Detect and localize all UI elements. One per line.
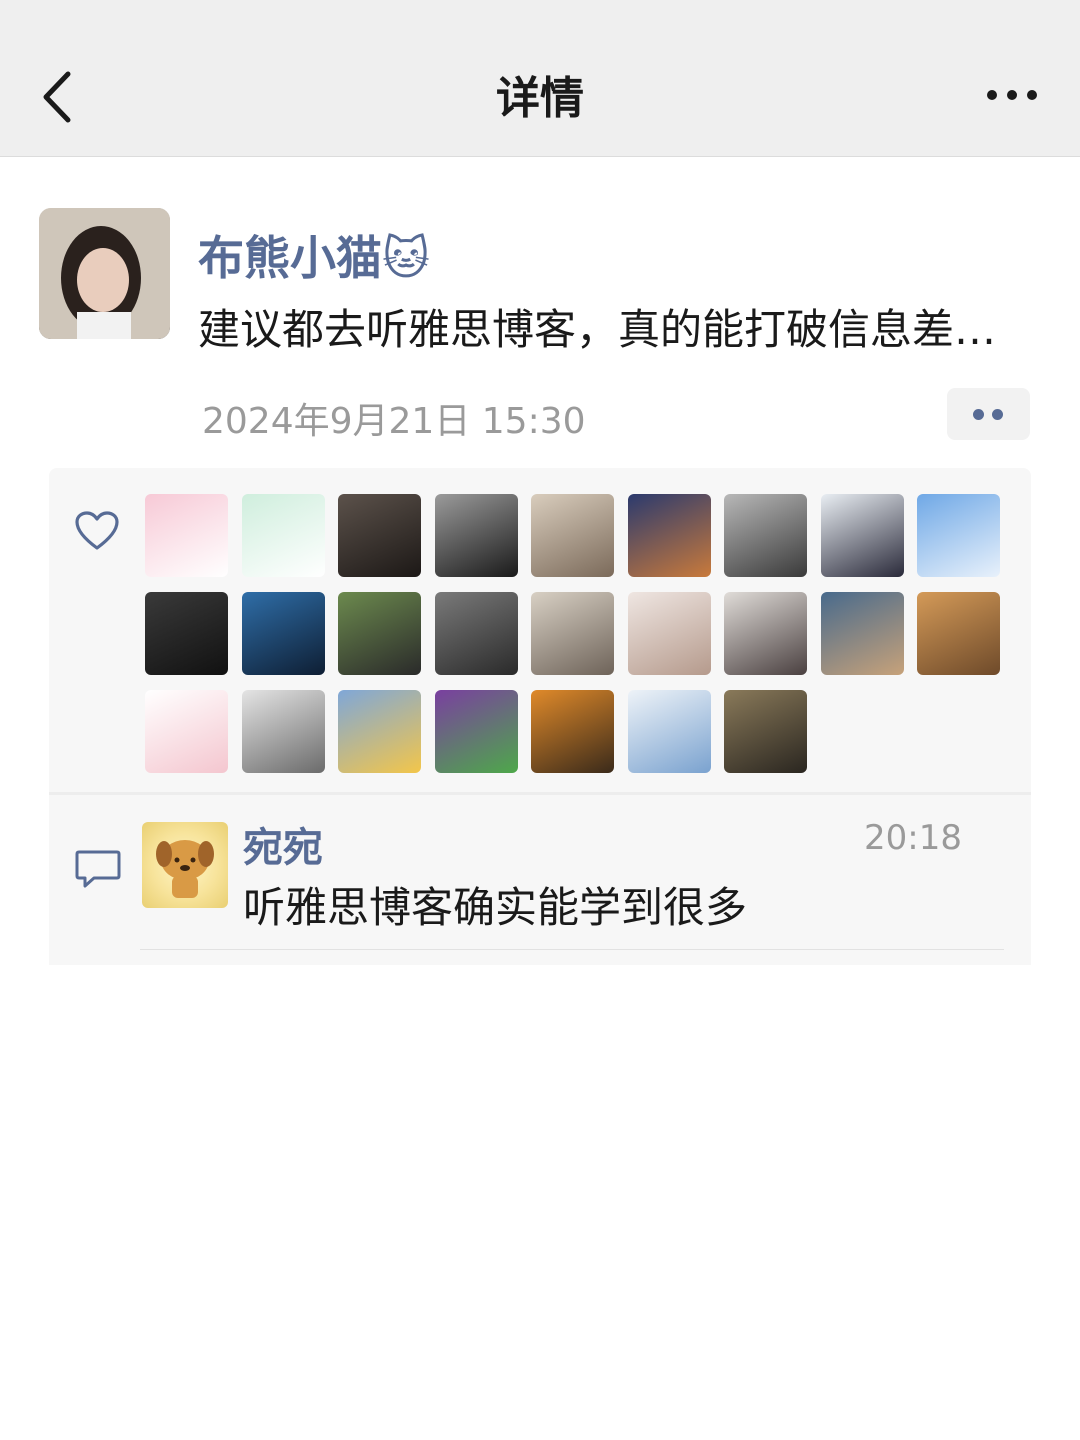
like-avatar-2[interactable]: [241, 494, 325, 577]
like-avatar-13[interactable]: [434, 592, 518, 675]
like-avatar-14[interactable]: [531, 592, 614, 675]
more-button[interactable]: [984, 78, 1040, 112]
comment-time: 20:18: [864, 818, 962, 858]
heart-outline-icon: [75, 511, 119, 550]
like-avatar-3[interactable]: [338, 494, 421, 577]
like-avatar-25[interactable]: [724, 690, 807, 773]
post-timestamp: 2024年9月21日 15:30: [202, 401, 586, 442]
like-avatar-5[interactable]: [531, 494, 614, 577]
like-avatar-4[interactable]: [434, 494, 518, 577]
like-avatar-6[interactable]: [627, 494, 711, 577]
like-avatar-12[interactable]: [338, 592, 421, 675]
nav-bar: 详情: [0, 0, 1080, 157]
like-avatar-21[interactable]: [338, 690, 421, 773]
like-avatar-15[interactable]: [627, 592, 711, 675]
like-avatar-17[interactable]: [820, 592, 904, 675]
like-avatar-8[interactable]: [820, 494, 904, 577]
like-avatar-10[interactable]: [145, 592, 228, 675]
commenter-avatar[interactable]: [142, 822, 228, 908]
portrait-image: [39, 208, 170, 339]
dog-sticker-image: [156, 840, 214, 898]
like-avatar-22[interactable]: [434, 690, 518, 773]
like-avatar-16[interactable]: [724, 592, 807, 675]
commenter-name[interactable]: 宛宛: [243, 815, 323, 873]
like-avatar-20[interactable]: [241, 690, 325, 773]
divider: [140, 949, 1004, 950]
like-avatar-9[interactable]: [917, 494, 1000, 577]
like-avatar-1[interactable]: [145, 494, 228, 577]
like-avatar-11[interactable]: [241, 592, 325, 675]
author-avatar[interactable]: [39, 208, 170, 339]
like-avatar-18[interactable]: [917, 592, 1000, 675]
author-name[interactable]: 布熊小猫🐱: [198, 222, 430, 288]
comment-text[interactable]: 听雅思博客确实能学到很多: [243, 874, 747, 935]
like-avatar-23[interactable]: [531, 690, 614, 773]
like-avatar-7[interactable]: [724, 494, 807, 577]
like-avatar-24[interactable]: [627, 690, 711, 773]
speech-bubble-icon: [75, 850, 121, 888]
post-action-button[interactable]: [947, 388, 1030, 440]
ellipsis-icon: [987, 90, 1037, 100]
like-avatar-19[interactable]: [145, 690, 228, 773]
post-text: 建议都去听雅思博客，真的能打破信息差…: [198, 305, 997, 354]
page-title: 详情: [496, 73, 584, 124]
